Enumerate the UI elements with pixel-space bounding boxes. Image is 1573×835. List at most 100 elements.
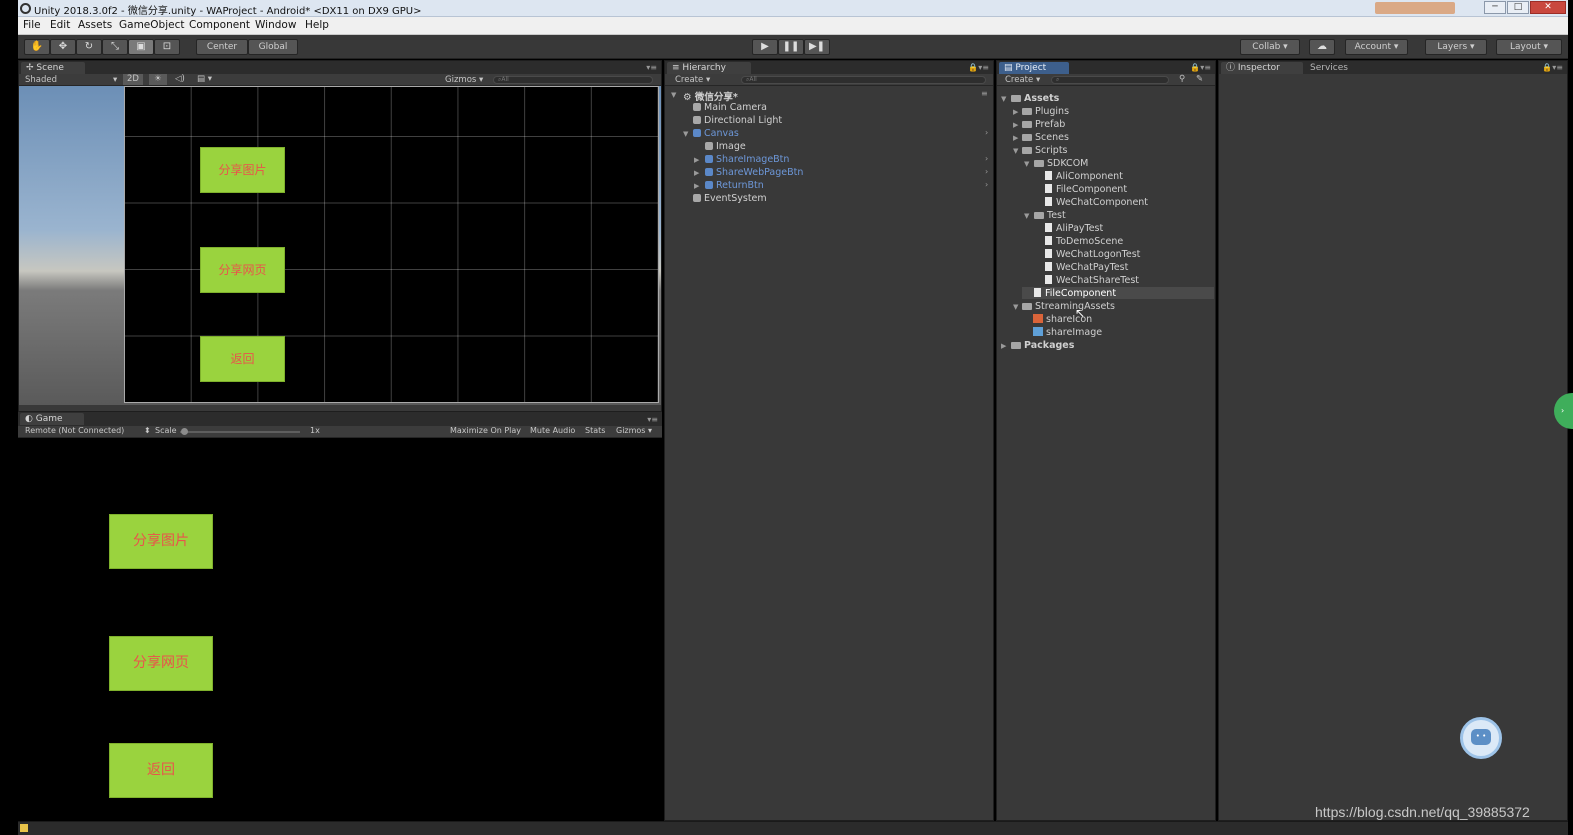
menu-edit[interactable]: Edit	[50, 19, 70, 31]
hierarchy-item-returnbtn[interactable]: ReturnBtn	[705, 180, 764, 191]
pane-menu-icon[interactable]: ▾≡	[646, 63, 657, 72]
sdkcom-expand-arrow[interactable]: ▼	[1024, 160, 1029, 168]
close-button[interactable]: ✕	[1530, 1, 1566, 14]
effects-toggle-icon[interactable]: ▤ ▾	[197, 74, 212, 84]
project-folder-packages[interactable]: Packages	[1011, 340, 1074, 351]
scene-menu-icon[interactable]: ≡	[981, 89, 988, 98]
tab-hierarchy[interactable]: ≡ Hierarchy	[667, 62, 751, 74]
game-viewport[interactable]: 分享图片 分享网页 返回	[18, 439, 662, 820]
project-folder-test[interactable]: Test	[1034, 210, 1066, 221]
inspector-lock-icon[interactable]: 🔒▾≡	[1542, 63, 1563, 72]
tab-scene[interactable]: ✢ Scene	[21, 62, 85, 74]
shading-mode-dropdown[interactable]: Shaded	[25, 75, 57, 85]
project-search-field[interactable]: ⌕	[1051, 76, 1169, 84]
project-folder-plugins[interactable]: Plugins	[1022, 106, 1069, 117]
lighting-toggle[interactable]: ☀	[149, 74, 167, 85]
transform-tool-button[interactable]: ⊡	[154, 39, 180, 55]
minimize-button[interactable]: ─	[1484, 1, 1506, 14]
display-dropdown[interactable]: Remote (Not Connected)	[25, 426, 124, 435]
tab-inspector[interactable]: ⓘ Inspector	[1221, 62, 1303, 74]
maximize-on-play-toggle[interactable]: Maximize On Play	[450, 426, 521, 435]
layers-dropdown[interactable]: Layers ▾	[1425, 39, 1487, 55]
game-return-button[interactable]: 返回	[109, 743, 213, 798]
play-button[interactable]: ▶	[752, 39, 778, 55]
pivot-global-toggle[interactable]: Global	[248, 39, 298, 55]
shareimagebtn-chevron-icon[interactable]: ›	[985, 154, 988, 163]
shading-dropdown-arrow[interactable]: ▾	[113, 75, 117, 85]
tab-services[interactable]: Services	[1305, 62, 1371, 74]
maximize-button[interactable]: □	[1507, 1, 1529, 14]
hand-tool-button[interactable]: ✋	[24, 39, 50, 55]
collab-dropdown[interactable]: Collab ▾	[1240, 39, 1300, 55]
hierarchy-item-shareimagebtn[interactable]: ShareImageBtn	[705, 154, 789, 165]
scene-viewport[interactable]: 分享图片 分享网页 返回	[19, 86, 661, 405]
layout-dropdown[interactable]: Layout ▾	[1496, 39, 1562, 55]
menu-help[interactable]: Help	[305, 19, 329, 31]
hierarchy-item-sharewebpagebtn[interactable]: ShareWebPageBtn	[705, 167, 803, 178]
prefab-expand-arrow[interactable]: ▶	[1013, 121, 1018, 129]
2d-toggle[interactable]: 2D	[123, 74, 143, 85]
menu-assets[interactable]: Assets	[78, 19, 112, 31]
scene-expand-arrow[interactable]: ▼	[671, 91, 676, 99]
project-file-wechatlogontest[interactable]: WeChatLogonTest	[1045, 249, 1140, 260]
project-file-filecomponent[interactable]: FileComponent	[1045, 184, 1127, 195]
hierarchy-lock-icon[interactable]: 🔒▾≡	[968, 63, 989, 72]
project-folder-prefab[interactable]: Prefab	[1022, 119, 1065, 130]
tab-project[interactable]: ▤ Project	[999, 62, 1069, 74]
stats-toggle[interactable]: Stats	[585, 426, 605, 435]
display-dropdown-arrow[interactable]: ⬍	[144, 426, 151, 435]
audio-toggle-icon[interactable]: ◁)	[175, 74, 185, 84]
pause-button[interactable]: ❚❚	[778, 39, 804, 55]
project-file-wechatsharetest[interactable]: WeChatShareTest	[1045, 275, 1139, 286]
scene-return-button[interactable]: 返回	[200, 336, 285, 382]
scripts-expand-arrow[interactable]: ▼	[1013, 147, 1018, 155]
packages-expand-arrow[interactable]: ▶	[1001, 342, 1006, 350]
scenes-expand-arrow[interactable]: ▶	[1013, 134, 1018, 142]
test-expand-arrow[interactable]: ▼	[1024, 212, 1029, 220]
canvas-expand-arrow[interactable]: ▼	[683, 130, 688, 138]
canvas-chevron-icon[interactable]: ›	[985, 128, 988, 137]
menu-component[interactable]: Component	[189, 19, 250, 31]
menu-window[interactable]: Window	[255, 19, 296, 31]
hierarchy-item-image[interactable]: Image	[705, 141, 746, 152]
pivot-center-toggle[interactable]: Center	[196, 39, 248, 55]
streamingassets-expand-arrow[interactable]: ▼	[1013, 303, 1018, 311]
project-create-dropdown[interactable]: Create ▾	[1005, 75, 1040, 85]
assets-expand-arrow[interactable]: ▼	[1001, 95, 1006, 103]
project-file-alipaytest[interactable]: AliPayTest	[1045, 223, 1103, 234]
mute-audio-toggle[interactable]: Mute Audio	[530, 426, 575, 435]
hierarchy-item-eventsystem[interactable]: EventSystem	[693, 193, 767, 204]
hierarchy-create-dropdown[interactable]: Create ▾	[675, 75, 710, 85]
game-gizmos-dropdown[interactable]: Gizmos ▾	[616, 426, 652, 435]
hierarchy-item-directional-light[interactable]: Directional Light	[693, 115, 782, 126]
cloud-button[interactable]: ☁	[1309, 39, 1335, 55]
sharewebpagebtn-chevron-icon[interactable]: ›	[985, 167, 988, 176]
project-file-filecomponent-renaming[interactable]: FileComponent	[1034, 288, 1116, 299]
game-share-image-button[interactable]: 分享图片	[109, 514, 213, 569]
tab-game[interactable]: ◐ Game	[20, 413, 84, 425]
scale-slider[interactable]	[180, 431, 300, 433]
project-lock-icon[interactable]: 🔒▾≡	[1190, 63, 1211, 72]
hierarchy-scene-root[interactable]: ⚙ 微信分享*	[683, 89, 738, 103]
menu-file[interactable]: File	[23, 19, 41, 31]
project-file-todemoscene[interactable]: ToDemoScene	[1045, 236, 1123, 247]
sharewebpagebtn-expand-arrow[interactable]: ▶	[694, 169, 699, 177]
scale-slider-thumb[interactable]	[181, 428, 188, 435]
scene-share-webpage-button[interactable]: 分享网页	[200, 247, 285, 293]
filter-by-type-icon[interactable]: ⚲	[1179, 74, 1185, 84]
project-folder-scenes[interactable]: Scenes	[1022, 132, 1069, 143]
project-folder-scripts[interactable]: Scripts	[1022, 145, 1068, 156]
chat-bot-icon[interactable]: • •	[1460, 717, 1502, 759]
project-file-shareimage[interactable]: shareImage	[1033, 327, 1102, 338]
scale-tool-button[interactable]: ⤡	[102, 39, 128, 55]
rect-tool-button[interactable]: ▣	[128, 39, 154, 55]
project-file-wechatcomponent[interactable]: WeChatComponent	[1045, 197, 1148, 208]
rotate-tool-button[interactable]: ↻	[76, 39, 102, 55]
filter-by-label-icon[interactable]: ✎	[1196, 74, 1203, 84]
project-folder-assets[interactable]: Assets	[1011, 93, 1059, 104]
game-share-webpage-button[interactable]: 分享网页	[109, 636, 213, 691]
menu-gameobject[interactable]: GameObject	[119, 19, 184, 31]
project-folder-streamingassets[interactable]: StreamingAssets	[1022, 301, 1115, 312]
status-bar[interactable]	[18, 821, 1568, 835]
scene-share-image-button[interactable]: 分享图片	[200, 147, 285, 193]
